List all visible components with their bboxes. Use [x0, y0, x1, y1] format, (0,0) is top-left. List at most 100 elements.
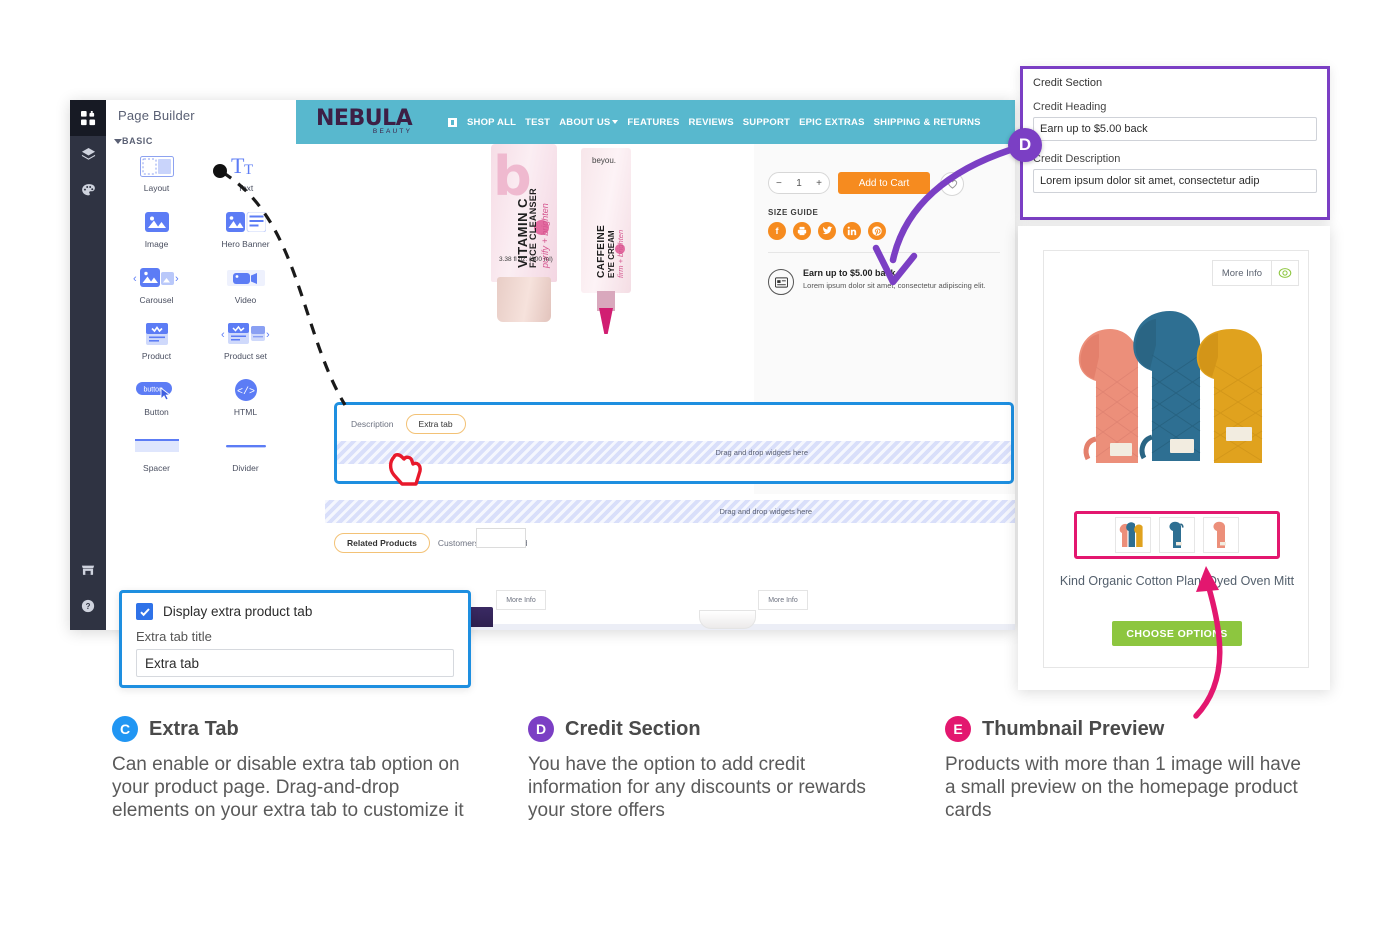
- nebula-logo[interactable]: NEBULA BEAUTY: [316, 106, 413, 135]
- credit-description-label: Credit Description: [1033, 153, 1121, 165]
- thumbnail-preview-strip[interactable]: [1074, 511, 1280, 559]
- button-icon: button: [135, 376, 179, 404]
- nav-item-epic-extras[interactable]: EPIC EXTRAS: [799, 117, 865, 128]
- svg-text:›: ›: [266, 329, 270, 341]
- widget-text[interactable]: TT Text: [201, 152, 290, 198]
- grid-icon[interactable]: [70, 100, 106, 136]
- extra-tab-region[interactable]: Description Extra tab Drag and drop widg…: [334, 402, 1014, 484]
- homepage-product-card: More Info Kind Organic Cotton Plant Dyed…: [1043, 250, 1309, 668]
- tab-related-products[interactable]: Related Products: [334, 533, 430, 553]
- more-info-button[interactable]: More Info: [496, 590, 546, 610]
- widget-carousel[interactable]: ‹ › Carousel: [112, 264, 201, 310]
- eye-icon[interactable]: [1271, 261, 1298, 285]
- dropzone-extra-tab[interactable]: Drag and drop widgets here: [337, 441, 1011, 464]
- divider-icon: [224, 432, 268, 460]
- callout-badge-d-caption: D: [528, 716, 554, 742]
- credit-heading-input[interactable]: Earn up to $5.00 back: [1033, 117, 1317, 141]
- qty-increment[interactable]: +: [816, 178, 822, 189]
- divider: [768, 252, 1000, 253]
- dropzone-secondary[interactable]: Drag and drop widgets here: [325, 500, 1015, 523]
- more-info-button-hidden[interactable]: [476, 528, 526, 548]
- tab-extra-tab[interactable]: Extra tab: [405, 414, 466, 434]
- add-to-cart-button[interactable]: Add to Cart: [838, 172, 930, 194]
- widget-label: Product: [141, 351, 172, 361]
- thumbnail-blue-mitt[interactable]: [1159, 517, 1195, 553]
- section-label-basic: BASIC: [122, 136, 154, 146]
- widget-image[interactable]: Image: [112, 208, 201, 254]
- display-extra-tab-row[interactable]: Display extra product tab: [136, 603, 454, 620]
- caption-title: Extra Tab: [149, 717, 239, 740]
- store-header: NEBULA BEAUTY SHOP ALL TEST ABOUT US FEA…: [296, 100, 1015, 144]
- caption-extra-tab: C Extra Tab Can enable or disable extra …: [112, 716, 472, 823]
- widget-product[interactable]: Product: [112, 320, 201, 366]
- help-icon[interactable]: ?: [70, 588, 106, 624]
- widget-hero-banner[interactable]: Hero Banner: [201, 208, 290, 254]
- tab-description[interactable]: Description: [345, 419, 400, 429]
- size-guide-label[interactable]: SIZE GUIDE: [768, 208, 818, 217]
- store-nav: SHOP ALL TEST ABOUT US FEATURES REVIEWS …: [448, 117, 981, 128]
- social-share-row: f: [768, 222, 886, 240]
- product-image-vitamin-c-cleanser: b VITAMIN C FACE CLEANSER purify + brigh…: [491, 144, 557, 322]
- widget-layout[interactable]: Layout: [112, 152, 201, 198]
- product-card-title[interactable]: Kind Organic Cotton Plant Dyed Oven Mitt: [1056, 573, 1298, 590]
- choose-options-button[interactable]: CHOOSE OPTIONS: [1112, 621, 1242, 646]
- extra-tab-title-label: Extra tab title: [136, 629, 212, 644]
- display-extra-tab-checkbox[interactable]: [136, 603, 153, 620]
- more-info-button[interactable]: More Info: [1211, 260, 1299, 286]
- quantity-stepper[interactable]: − 1 +: [768, 172, 830, 194]
- panel-title: Credit Section: [1033, 77, 1103, 89]
- credit-section-preview: Earn up to $5.00 back Lorem ipsum dolor …: [768, 268, 1008, 295]
- wishlist-heart-icon[interactable]: [940, 172, 964, 196]
- nav-item-support[interactable]: SUPPORT: [743, 117, 790, 128]
- twitter-icon[interactable]: [818, 222, 836, 240]
- print-icon[interactable]: [793, 222, 811, 240]
- thumbnail-all-mitts[interactable]: [1115, 517, 1151, 553]
- nav-item-reviews[interactable]: REVIEWS: [689, 117, 734, 128]
- layers-icon[interactable]: [70, 136, 106, 172]
- chevron-down-icon[interactable]: [114, 139, 122, 144]
- qty-decrement[interactable]: −: [776, 178, 782, 189]
- nav-label: ABOUT US: [559, 117, 611, 128]
- credit-description-input[interactable]: Lorem ipsum dolor sit amet, consectetur …: [1033, 169, 1317, 193]
- callout-badge-c: C: [112, 716, 138, 742]
- widget-label: Carousel: [139, 295, 174, 305]
- spacer-icon: [134, 432, 179, 460]
- widget-label: Button: [144, 407, 169, 417]
- caption-credit-section: D Credit Section You have the option to …: [528, 716, 888, 823]
- linkedin-icon[interactable]: [843, 222, 861, 240]
- brand-name: beyou.: [592, 156, 617, 165]
- qty-value: 1: [796, 177, 802, 189]
- svg-text:</>: </>: [236, 386, 254, 398]
- widget-product-set[interactable]: ‹ › Product set: [201, 320, 290, 366]
- product-tabs-row: Description Extra tab: [345, 414, 466, 434]
- display-extra-tab-label: Display extra product tab: [163, 604, 313, 619]
- more-info-button[interactable]: More Info: [758, 590, 808, 610]
- widget-label: Hero Banner: [221, 239, 270, 249]
- thumbnail-coral-mitt[interactable]: [1203, 517, 1239, 553]
- widget-html[interactable]: </> HTML: [201, 376, 290, 422]
- widget-divider[interactable]: Divider: [201, 432, 290, 478]
- nav-item-shop-all[interactable]: SHOP ALL: [467, 117, 516, 128]
- carousel-icon: ‹ ›: [133, 264, 181, 292]
- nav-item-test[interactable]: TEST: [525, 117, 550, 128]
- product-volume: 3.38 fl oz. (100 ml): [499, 256, 553, 263]
- dropzone-label: Drag and drop widgets here: [715, 448, 808, 457]
- tube-cap: [497, 277, 551, 322]
- widget-spacer[interactable]: Spacer: [112, 432, 201, 478]
- widget-button[interactable]: button Button: [112, 376, 201, 422]
- svg-text:button: button: [143, 387, 163, 394]
- nav-item-about-us[interactable]: ABOUT US: [559, 117, 619, 128]
- widget-video[interactable]: Video: [201, 264, 290, 310]
- store-icon[interactable]: [70, 552, 106, 588]
- extra-tab-title-input[interactable]: Extra tab: [136, 649, 454, 677]
- palette-icon[interactable]: [70, 172, 106, 208]
- nav-item-shipping-returns[interactable]: SHIPPING & RETURNS: [874, 117, 981, 128]
- pinterest-icon[interactable]: [868, 222, 886, 240]
- widget-label: Image: [144, 239, 169, 249]
- nav-item-features[interactable]: FEATURES: [627, 117, 679, 128]
- oven-mitt-yellow: [1188, 321, 1272, 468]
- text-icon: TT: [231, 152, 261, 180]
- widget-label: Divider: [232, 463, 259, 473]
- facebook-icon[interactable]: f: [768, 222, 786, 240]
- related-product-thumb-2[interactable]: [699, 610, 756, 629]
